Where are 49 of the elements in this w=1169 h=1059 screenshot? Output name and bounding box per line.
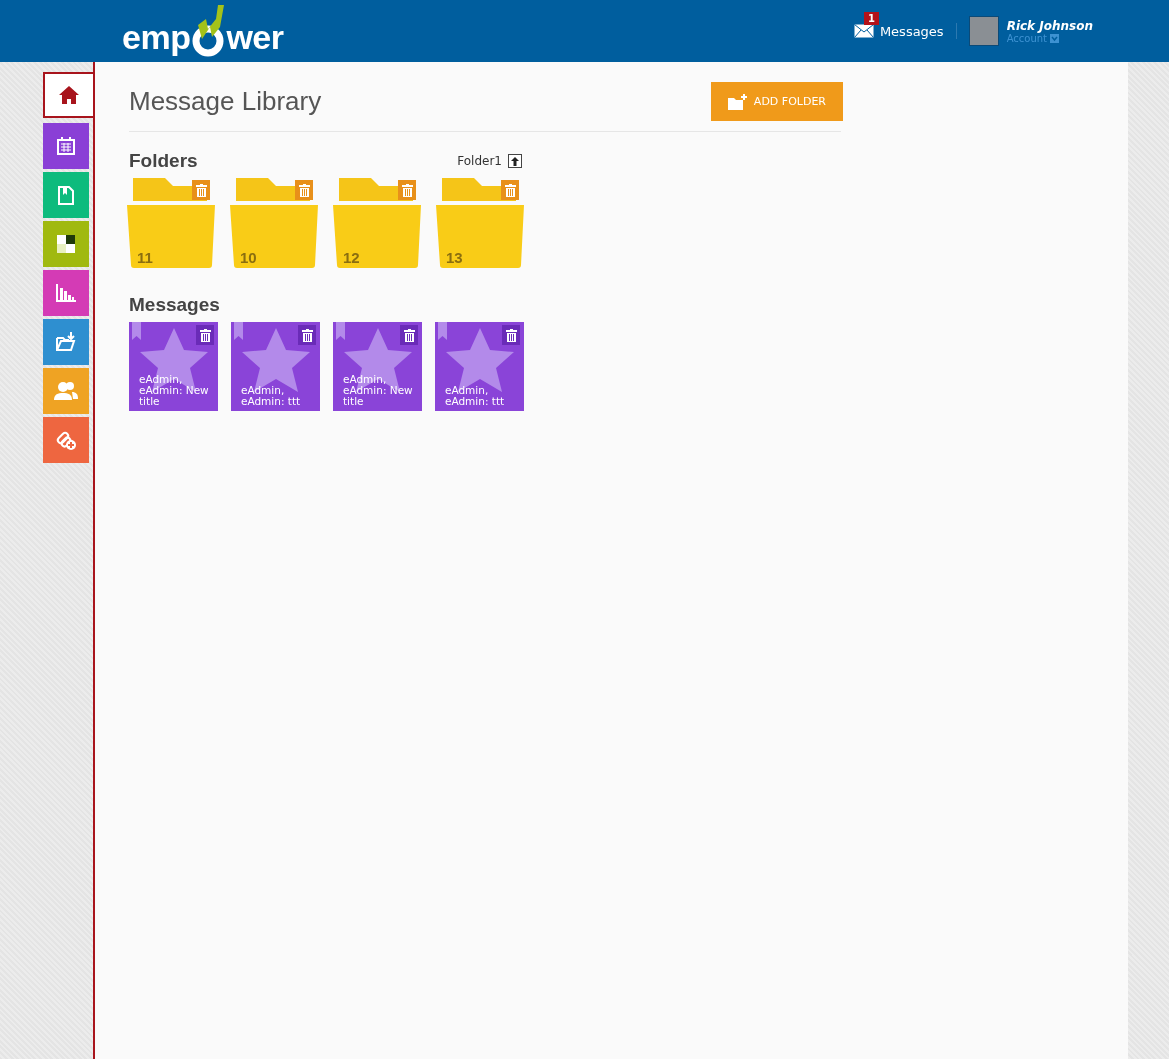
current-folder: Folder1 — [457, 154, 502, 168]
folder-name: 13 — [446, 249, 463, 266]
trash-icon — [401, 183, 413, 197]
link-icon — [55, 429, 77, 451]
home-button[interactable] — [43, 72, 93, 118]
logo: emp wer — [122, 5, 284, 57]
envelope-icon — [853, 24, 874, 38]
arrow-up-icon — [511, 156, 519, 166]
trash-icon — [505, 328, 517, 342]
message-card[interactable]: eAdmin, eAdmin: ttt — [231, 322, 320, 411]
document-icon — [58, 185, 74, 205]
folder-name: 10 — [240, 249, 257, 266]
page-title: Message Library — [129, 86, 322, 117]
messages-link[interactable]: Messages 1 — [853, 11, 944, 39]
folder-name: 11 — [137, 249, 153, 266]
users-icon — [54, 381, 78, 401]
delete-button[interactable] — [298, 325, 316, 345]
folder-plus-icon — [727, 93, 748, 110]
message-title: eAdmin, eAdmin: ttt — [445, 385, 506, 407]
notification-count: 1 — [863, 11, 879, 25]
caret-icon — [1050, 33, 1060, 43]
calendar-icon — [57, 137, 75, 155]
trash-icon — [199, 328, 211, 342]
trash-icon — [298, 183, 310, 197]
bar-chart-icon — [56, 284, 76, 302]
folder-icon[interactable] — [230, 178, 319, 268]
nav-button[interactable] — [43, 123, 89, 169]
trash-icon — [504, 183, 516, 197]
folder-name: 12 — [343, 249, 360, 266]
delete-button[interactable] — [196, 325, 214, 345]
folder-icon[interactable] — [127, 178, 216, 268]
delete-button[interactable] — [400, 325, 418, 345]
delete-button[interactable] — [502, 325, 520, 345]
folder-import-icon — [56, 332, 76, 352]
message-title: eAdmin, eAdmin: ttt — [241, 385, 302, 407]
message-card[interactable]: eAdmin, eAdmin: ttt — [435, 322, 524, 411]
up-folder-button[interactable] — [508, 154, 522, 168]
user-name: Rick Johnson — [1006, 18, 1093, 33]
section-heading: Messages — [129, 294, 220, 316]
nav-button[interactable] — [43, 221, 89, 267]
avatar-placeholder — [968, 16, 999, 46]
home-icon — [58, 85, 80, 105]
trash-icon — [301, 328, 313, 342]
section-heading: Folders — [129, 150, 198, 172]
folder-icon[interactable] — [333, 178, 422, 268]
checker-icon — [57, 235, 75, 253]
trash-icon — [195, 183, 207, 197]
trash-icon — [403, 328, 415, 342]
folder-icon[interactable] — [436, 178, 525, 268]
